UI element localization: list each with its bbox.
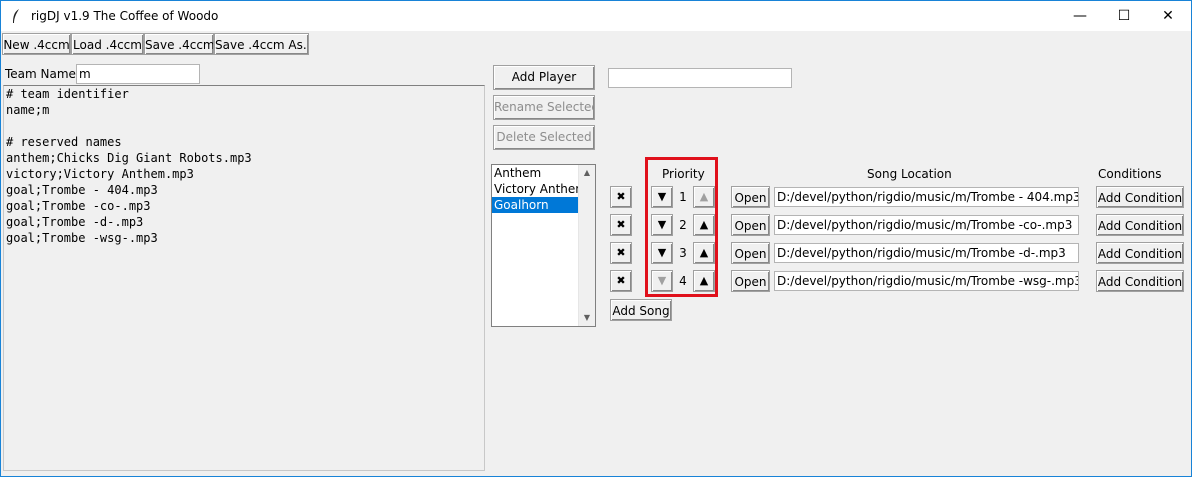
delete-song-icon[interactable]: ✖ [610, 270, 632, 292]
load-4ccm-button[interactable]: Load .4ccm [71, 33, 144, 55]
add-condition-button[interactable]: Add Condition [1096, 270, 1184, 292]
add-condition-button[interactable]: Add Condition [1096, 186, 1184, 208]
config-text-area[interactable]: # team identifier name;m # reserved name… [3, 85, 485, 471]
window-title: rigDJ v1.9 The Coffee of Woodo [31, 9, 219, 23]
list-scrollbar[interactable]: ▲ ▼ [578, 165, 595, 326]
song-location-header: Song Location [867, 167, 952, 181]
config-line: goal;Trombe - 404.mp3 [6, 183, 158, 197]
delete-song-icon[interactable]: ✖ [610, 186, 632, 208]
maximize-button[interactable]: ☐ [1101, 1, 1147, 31]
app-window: rigDJ v1.9 The Coffee of Woodo — ☐ ✕ New… [0, 0, 1192, 477]
open-song-button[interactable]: Open [731, 186, 770, 208]
save-4ccm-button[interactable]: Save .4ccm [144, 33, 214, 55]
add-song-button[interactable]: Add Song [610, 299, 672, 321]
config-line: goal;Trombe -co-.mp3 [6, 199, 151, 213]
team-name-input[interactable]: m [76, 64, 200, 84]
title-bar: rigDJ v1.9 The Coffee of Woodo — ☐ ✕ [1, 1, 1191, 31]
scroll-down-icon[interactable]: ▼ [579, 310, 595, 326]
song-path-field[interactable]: D:/devel/python/rigdio/music/m/Trombe -d… [774, 243, 1079, 263]
add-player-button[interactable]: Add Player [493, 65, 595, 90]
open-song-button[interactable]: Open [731, 270, 770, 292]
conditions-header: Conditions [1098, 167, 1162, 181]
new-player-input[interactable] [608, 68, 792, 88]
config-line [4, 118, 484, 134]
delete-song-icon[interactable]: ✖ [610, 214, 632, 236]
list-item[interactable]: Anthem [492, 165, 578, 181]
new-4ccm-button[interactable]: New .4ccm [2, 33, 71, 55]
open-song-button[interactable]: Open [731, 242, 770, 264]
add-condition-button[interactable]: Add Condition [1096, 214, 1184, 236]
close-button[interactable]: ✕ [1145, 1, 1191, 31]
config-line: victory;Victory Anthem.mp3 [6, 167, 194, 181]
player-list[interactable]: Anthem Victory Anthem Goalhorn ▲ ▼ [491, 164, 596, 327]
feather-icon [11, 8, 21, 28]
team-name-label: Team Name: [5, 67, 80, 81]
save-4ccm-as-button[interactable]: Save .4ccm As... [214, 33, 309, 55]
config-line: goal;Trombe -wsg-.mp3 [6, 231, 158, 245]
delete-selected-button[interactable]: Delete Selected [493, 125, 595, 150]
song-path-field[interactable]: D:/devel/python/rigdio/music/m/Trombe -c… [774, 215, 1079, 235]
add-condition-button[interactable]: Add Condition [1096, 242, 1184, 264]
delete-song-icon[interactable]: ✖ [610, 242, 632, 264]
config-line: name;m [6, 103, 50, 117]
minimize-button[interactable]: — [1057, 1, 1103, 31]
config-line: # team identifier [6, 87, 129, 101]
list-item[interactable]: Goalhorn [492, 197, 578, 213]
rename-selected-button[interactable]: Rename Selected [493, 95, 595, 120]
song-path-field[interactable]: D:/devel/python/rigdio/music/m/Trombe - … [774, 187, 1079, 207]
song-path-field[interactable]: D:/devel/python/rigdio/music/m/Trombe -w… [774, 271, 1079, 291]
config-line: anthem;Chicks Dig Giant Robots.mp3 [6, 151, 252, 165]
config-line: goal;Trombe -d-.mp3 [6, 215, 144, 229]
config-line: # reserved names [6, 135, 122, 149]
open-song-button[interactable]: Open [731, 214, 770, 236]
list-item[interactable]: Victory Anthem [492, 181, 578, 197]
priority-highlight-box [645, 157, 718, 297]
scroll-up-icon[interactable]: ▲ [579, 165, 595, 181]
